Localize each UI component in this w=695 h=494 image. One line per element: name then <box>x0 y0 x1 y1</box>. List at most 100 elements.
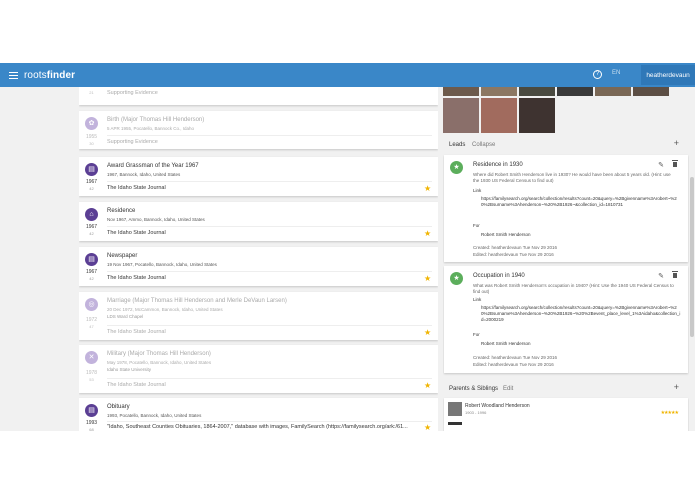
event-year: 1967 <box>85 179 98 185</box>
event-source[interactable]: The Idaho State Journal <box>107 275 166 281</box>
rating-stars-icon: ★★★★★ <box>660 410 679 416</box>
language-selector[interactable]: EN <box>612 70 620 76</box>
photo-thumbnail[interactable] <box>443 87 479 96</box>
parents-title: Parents & Siblings <box>449 386 499 392</box>
star-icon: ★ <box>450 272 463 285</box>
divider <box>107 135 432 136</box>
event-place-detail: Idaho State University <box>107 367 152 372</box>
event-meta: 1967, Bannock, Idaho, United States <box>107 172 181 177</box>
event-title[interactable]: Marriage (Major Thomas Hill Henderson an… <box>107 298 287 304</box>
event-meta: May 1978, Pocatello, Bannock, Idaho, Uni… <box>107 360 212 365</box>
timeline-card[interactable]: ▤ 1993 68 Obituary 1993, Pocatello, Bann… <box>79 398 438 431</box>
lead-card[interactable]: ★ Residence in 1930 ✎ Where did Robert S… <box>444 155 688 262</box>
add-lead-button[interactable]: + <box>674 138 679 148</box>
avatar <box>448 402 462 416</box>
event-source[interactable]: The Idaho State Journal <box>107 329 166 335</box>
lead-url[interactable]: https://familysearch.org/search/collecti… <box>481 196 681 208</box>
event-year: 1993 <box>85 420 98 426</box>
timeline-card[interactable]: ▤ 1967 42 Award Grassman of the Year 196… <box>79 157 438 196</box>
star-icon[interactable]: ★ <box>424 185 432 193</box>
edit-icon[interactable]: ✎ <box>658 272 664 280</box>
event-title[interactable]: Residence <box>107 208 135 214</box>
timeline-card[interactable]: ✕ 1978 53 Military (Major Thomas Hill He… <box>79 345 438 393</box>
for-label: For <box>473 332 480 337</box>
photo-thumbnail[interactable] <box>443 98 479 133</box>
event-year: 1946 <box>82 87 101 89</box>
timeline-card[interactable]: ✿ 1955 30 Birth (Major Thomas Hill Hende… <box>79 111 438 149</box>
event-source[interactable]: The Idaho State Journal <box>107 185 166 191</box>
event-title[interactable]: Award Grassman of the Year 1967 <box>107 163 199 169</box>
photo-thumbnail[interactable] <box>557 87 593 96</box>
timeline-card[interactable]: ◎ 1972 47 Marriage (Major Thomas Hill He… <box>79 292 438 340</box>
event-title[interactable]: Birth (Major Thomas Hill Henderson) <box>107 117 204 123</box>
event-source[interactable]: Supporting Evidence <box>107 90 158 96</box>
star-icon[interactable]: ★ <box>424 424 432 432</box>
event-meta: 20 Dec 1972, McCammon, Bannock, Idaho, U… <box>107 307 223 312</box>
photo-thumbnail[interactable] <box>633 87 669 96</box>
edit-icon[interactable]: ✎ <box>658 161 664 169</box>
photo-thumbnail[interactable] <box>481 98 517 133</box>
photo-thumbnail[interactable] <box>595 87 631 96</box>
top-bar: rootsfinder ? EN heatherdevaun <box>0 63 695 87</box>
event-source[interactable]: The Idaho State Journal <box>107 230 166 236</box>
lead-title: Occupation in 1940 <box>473 273 525 279</box>
hamburger-menu-icon[interactable] <box>9 71 18 79</box>
lead-person[interactable]: Robert Smith Henderson <box>481 232 531 237</box>
app-frame: rootsfinder ? EN heatherdevaun 1946 21 S… <box>0 63 695 431</box>
divider <box>107 421 432 422</box>
event-age: 42 <box>89 276 94 281</box>
lead-url[interactable]: https://familysearch.org/search/collecti… <box>481 305 681 323</box>
event-age: 30 <box>89 141 94 146</box>
lead-title: Residence in 1930 <box>473 162 523 168</box>
star-icon[interactable]: ★ <box>424 230 432 238</box>
event-title[interactable]: Obituary <box>107 404 130 410</box>
lead-person[interactable]: Robert Smith Henderson <box>481 341 531 346</box>
rings-icon: ◎ <box>85 298 98 311</box>
link-label: Link <box>473 188 482 193</box>
star-icon[interactable]: ★ <box>424 275 432 283</box>
photo-thumbnail[interactable] <box>481 87 517 96</box>
trash-icon[interactable] <box>672 271 678 279</box>
right-panel: Leads Collapse + ★ Residence in 1930 ✎ W… <box>443 87 689 431</box>
event-title[interactable]: Military (Major Thomas Hill Henderson) <box>107 351 211 357</box>
baby-icon: ✿ <box>85 117 98 130</box>
event-source[interactable]: "Idaho, Southeast Counties Obituaries, 1… <box>107 424 427 430</box>
lead-card[interactable]: ★ Occupation in 1940 ✎ What was Robert S… <box>444 266 688 373</box>
event-source[interactable]: Supporting Evidence <box>107 139 158 145</box>
parent-card[interactable]: Robert Woodland Henderson 1903 - 1996 ★★… <box>444 398 688 431</box>
leads-collapse-button[interactable]: Collapse <box>472 142 495 148</box>
timeline-card[interactable]: ▤ 1967 42 Newspaper 19 Nov 1967, Pocatel… <box>79 247 438 286</box>
event-age: 21 <box>89 90 94 95</box>
add-parent-button[interactable]: + <box>674 382 679 392</box>
trash-icon[interactable] <box>672 160 678 168</box>
event-meta: 1993, Pocatello, Bannock, Idaho, United … <box>107 413 202 418</box>
brand-part-1: roots <box>24 69 47 81</box>
event-meta: 5 APR 1955, Pocatello, Bannock Co., Idah… <box>107 126 195 131</box>
event-year: 1967 <box>85 224 98 230</box>
star-icon[interactable]: ★ <box>424 329 432 337</box>
parent-name[interactable]: Robert Woodland Henderson <box>465 403 530 409</box>
photo-thumbnail[interactable] <box>519 87 555 96</box>
timeline-card[interactable]: 1946 21 Supporting Evidence <box>79 87 438 105</box>
star-icon: ★ <box>450 161 463 174</box>
brand-part-2: finder <box>46 69 76 81</box>
help-icon[interactable]: ? <box>593 70 602 79</box>
user-menu-button[interactable]: heatherdevaun <box>641 65 695 85</box>
leads-title: Leads <box>449 142 466 148</box>
timeline-card[interactable]: ⌂ 1967 42 Residence Nov 1967, Ammo, Bann… <box>79 202 438 241</box>
star-icon[interactable]: ★ <box>424 382 432 390</box>
app-logo[interactable]: rootsfinder <box>24 70 75 81</box>
event-title[interactable]: Newspaper <box>107 253 137 259</box>
for-label: For <box>473 223 480 228</box>
lead-question: What was Robert Smith Henderson's occupa… <box>473 283 674 294</box>
event-age: 53 <box>89 377 94 382</box>
book-icon: ▤ <box>85 163 98 176</box>
photo-thumbnail[interactable] <box>519 98 555 133</box>
event-age: 42 <box>89 231 94 236</box>
parents-edit-button[interactable]: Edit <box>503 386 513 392</box>
scrollbar[interactable] <box>689 87 695 431</box>
book-icon: ▤ <box>85 404 98 417</box>
lead-edited: Edited: heatherdevaun Tue Nov 29 2016 <box>473 252 554 257</box>
event-source[interactable]: The Idaho State Journal <box>107 382 166 388</box>
scrollbar-thumb[interactable] <box>690 177 694 337</box>
